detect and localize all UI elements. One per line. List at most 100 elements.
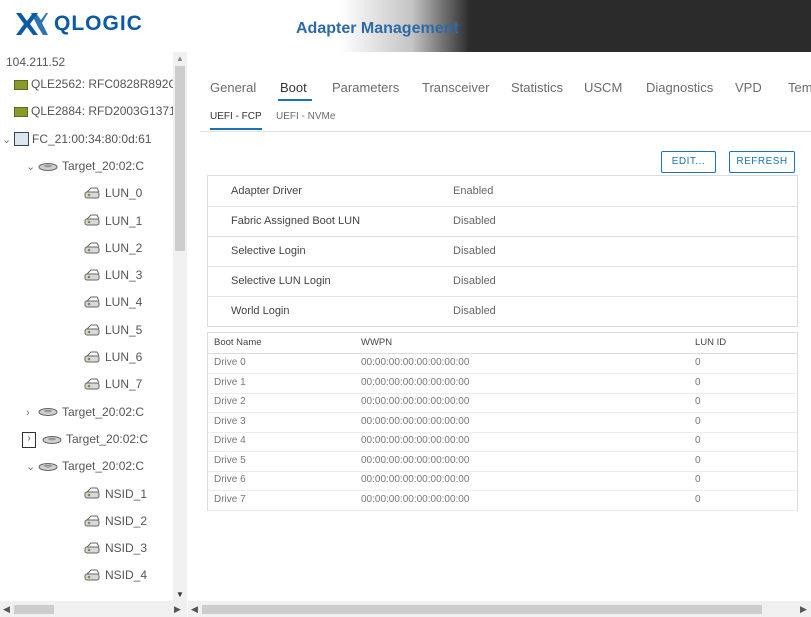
tree-node-lun[interactable]: LUN_2 <box>84 238 142 258</box>
property-value: Disabled <box>453 305 496 317</box>
tree-node-target[interactable]: › Target_20:02:C <box>26 402 144 422</box>
tree-node-label: NSID_3 <box>105 541 148 556</box>
tree-node-port[interactable]: ⌄ FC_21:00:34:80:0d:61 <box>2 129 151 149</box>
tree-horizontal-scrollbar[interactable]: ◀ ▶ <box>0 601 187 617</box>
tree-node-label: QLE2562: RFC0828R892C <box>31 77 173 91</box>
subtab-uefi-fcp[interactable]: UEFI - FCP <box>210 111 262 122</box>
expand-chevron-icon[interactable]: ⌄ <box>2 130 14 150</box>
tree-node-lun[interactable]: LUN_7 <box>84 374 142 394</box>
tree-node-lun[interactable]: NSID_1 <box>84 484 147 504</box>
wwpn-cell: 00:00:00:00:00:00:00:00 <box>361 454 470 466</box>
scroll-up-icon[interactable]: ▲ <box>176 54 184 63</box>
tree-vertical-scrollbar[interactable]: ▲ ▼ <box>173 52 187 601</box>
tree-node-lun[interactable]: LUN_6 <box>84 347 142 367</box>
wwpn-cell: 00:00:00:00:00:00:00:00 <box>361 415 470 427</box>
scroll-thumb[interactable] <box>14 605 54 614</box>
property-value: Disabled <box>453 275 496 287</box>
tab-statistics[interactable]: Statistics <box>511 80 563 95</box>
property-row: Adapter Driver Enabled <box>208 176 797 206</box>
lun-disk-icon <box>84 542 100 554</box>
wwpn-cell: 00:00:00:00:00:00:00:00 <box>361 376 470 388</box>
tree-node-label: LUN_1 <box>105 213 143 228</box>
table-row[interactable]: Drive 3 00:00:00:00:00:00:00:00 0 <box>208 413 797 433</box>
edit-button[interactable]: EDIT... <box>661 151 716 173</box>
tree-host[interactable]: 104.211.52 <box>6 52 65 72</box>
lun-id-cell: 0 <box>695 357 701 368</box>
table-row[interactable]: Drive 5 00:00:00:00:00:00:00:00 0 <box>208 452 797 472</box>
divider <box>200 131 811 132</box>
tree-node-lun[interactable]: NSID_4 <box>84 565 147 585</box>
table-row[interactable]: Drive 2 00:00:00:00:00:00:00:00 0 <box>208 393 797 413</box>
tree-node-lun[interactable]: LUN_0 <box>84 183 142 203</box>
expand-chevron-icon[interactable]: › <box>22 431 36 448</box>
tree-node-target[interactable]: ⌄ Target_20:02:C <box>26 156 144 176</box>
tree-node-target[interactable]: ⌄ Target_20:02:C <box>26 456 144 476</box>
boot-name-cell: Drive 3 <box>214 415 246 427</box>
tab-general[interactable]: General <box>210 80 256 95</box>
scroll-thumb[interactable] <box>202 605 762 614</box>
tree-node-label: LUN_3 <box>105 268 143 283</box>
target-disk-icon <box>42 435 62 444</box>
table-row[interactable]: Drive 6 00:00:00:00:00:00:00:00 0 <box>208 471 797 491</box>
property-row: World Login Disabled <box>208 296 797 326</box>
qlogic-logo: QLOGIC <box>14 11 143 37</box>
wwpn-cell: 00:00:00:00:00:00:00:00 <box>361 357 470 368</box>
tree-node-lun[interactable]: NSID_3 <box>84 538 147 558</box>
subtab-uefi-nvme[interactable]: UEFI - NVMe <box>276 111 335 122</box>
lun-disk-icon <box>84 515 100 527</box>
tree-node-lun[interactable]: LUN_4 <box>84 292 142 312</box>
table-row[interactable]: Drive 7 00:00:00:00:00:00:00:00 0 <box>208 491 797 511</box>
expand-chevron-icon[interactable]: › <box>26 403 38 423</box>
wwpn-cell: 00:00:00:00:00:00:00:00 <box>361 493 470 505</box>
target-disk-icon <box>38 408 58 417</box>
tab-diagnostics[interactable]: Diagnostics <box>646 80 713 95</box>
tree-node-label: Target_20:02:C <box>62 459 145 474</box>
scroll-right-icon[interactable]: ▶ <box>174 604 181 615</box>
tree-host-label: 104.211.52 <box>6 55 66 69</box>
tree-node-label: FC_21:00:34:80:0d:61 <box>32 131 152 146</box>
tree-node-label: LUN_7 <box>105 377 143 392</box>
tab-transceiver[interactable]: Transceiver <box>422 80 489 95</box>
lun-id-cell: 0 <box>695 396 701 407</box>
property-name: World Login <box>231 305 290 317</box>
column-header-lun-id[interactable]: LUN ID <box>695 337 726 348</box>
table-row[interactable]: Drive 1 00:00:00:00:00:00:00:00 0 <box>208 374 797 394</box>
tab-vpd[interactable]: VPD <box>735 80 762 95</box>
title-band: Adapter Management <box>180 0 470 52</box>
scroll-right-icon[interactable]: ▶ <box>800 604 807 615</box>
tab-uscm[interactable]: USCM <box>584 80 622 95</box>
scroll-left-icon[interactable]: ◀ <box>191 604 198 615</box>
lun-disk-icon <box>84 187 100 199</box>
tree-node-lun[interactable]: LUN_1 <box>84 211 142 231</box>
table-row[interactable]: Drive 4 00:00:00:00:00:00:00:00 0 <box>208 432 797 452</box>
lun-id-cell: 0 <box>695 415 701 427</box>
lun-id-cell: 0 <box>695 493 701 505</box>
table-row[interactable]: Drive 0 00:00:00:00:00:00:00:00 0 <box>208 354 797 374</box>
boot-name-cell: Drive 5 <box>214 454 246 466</box>
scroll-left-icon[interactable]: ◀ <box>3 604 10 615</box>
tree-node-label: NSID_2 <box>105 513 148 528</box>
tree-node-lun[interactable]: LUN_5 <box>84 320 142 340</box>
active-subtab-indicator <box>210 128 262 130</box>
boot-name-cell: Drive 7 <box>214 493 246 505</box>
tree-node-label: NSID_4 <box>105 568 148 583</box>
tree-node-label: Target_20:02:C <box>66 431 149 446</box>
tree-node-adapter[interactable]: QLE2562: RFC0828R892C <box>14 74 173 94</box>
tree-node-lun[interactable]: NSID_2 <box>84 511 147 531</box>
expand-chevron-icon[interactable]: ⌄ <box>26 157 38 177</box>
tab-temperature[interactable]: Tem <box>788 80 811 95</box>
expand-chevron-icon[interactable]: ⌄ <box>26 457 38 477</box>
column-header-boot-name[interactable]: Boot Name <box>214 337 262 348</box>
column-header-wwpn[interactable]: WWPN <box>361 337 392 348</box>
lun-disk-icon <box>84 324 100 336</box>
content-horizontal-scrollbar[interactable]: ◀ ▶ <box>188 601 811 617</box>
tab-boot[interactable]: Boot <box>280 80 307 95</box>
refresh-button[interactable]: REFRESH <box>729 151 795 173</box>
scroll-down-icon[interactable]: ▼ <box>176 590 184 599</box>
scroll-thumb[interactable] <box>175 66 185 251</box>
tab-parameters[interactable]: Parameters <box>332 80 399 95</box>
tree-node-target-boxed[interactable]: › Target_20:02:C <box>22 429 148 449</box>
tree-node-lun[interactable]: LUN_3 <box>84 265 142 285</box>
boot-properties-panel: Adapter Driver Enabled Fabric Assigned B… <box>207 175 798 327</box>
tree-node-adapter[interactable]: QLE2884: RFD2003G1371- <box>14 101 173 121</box>
